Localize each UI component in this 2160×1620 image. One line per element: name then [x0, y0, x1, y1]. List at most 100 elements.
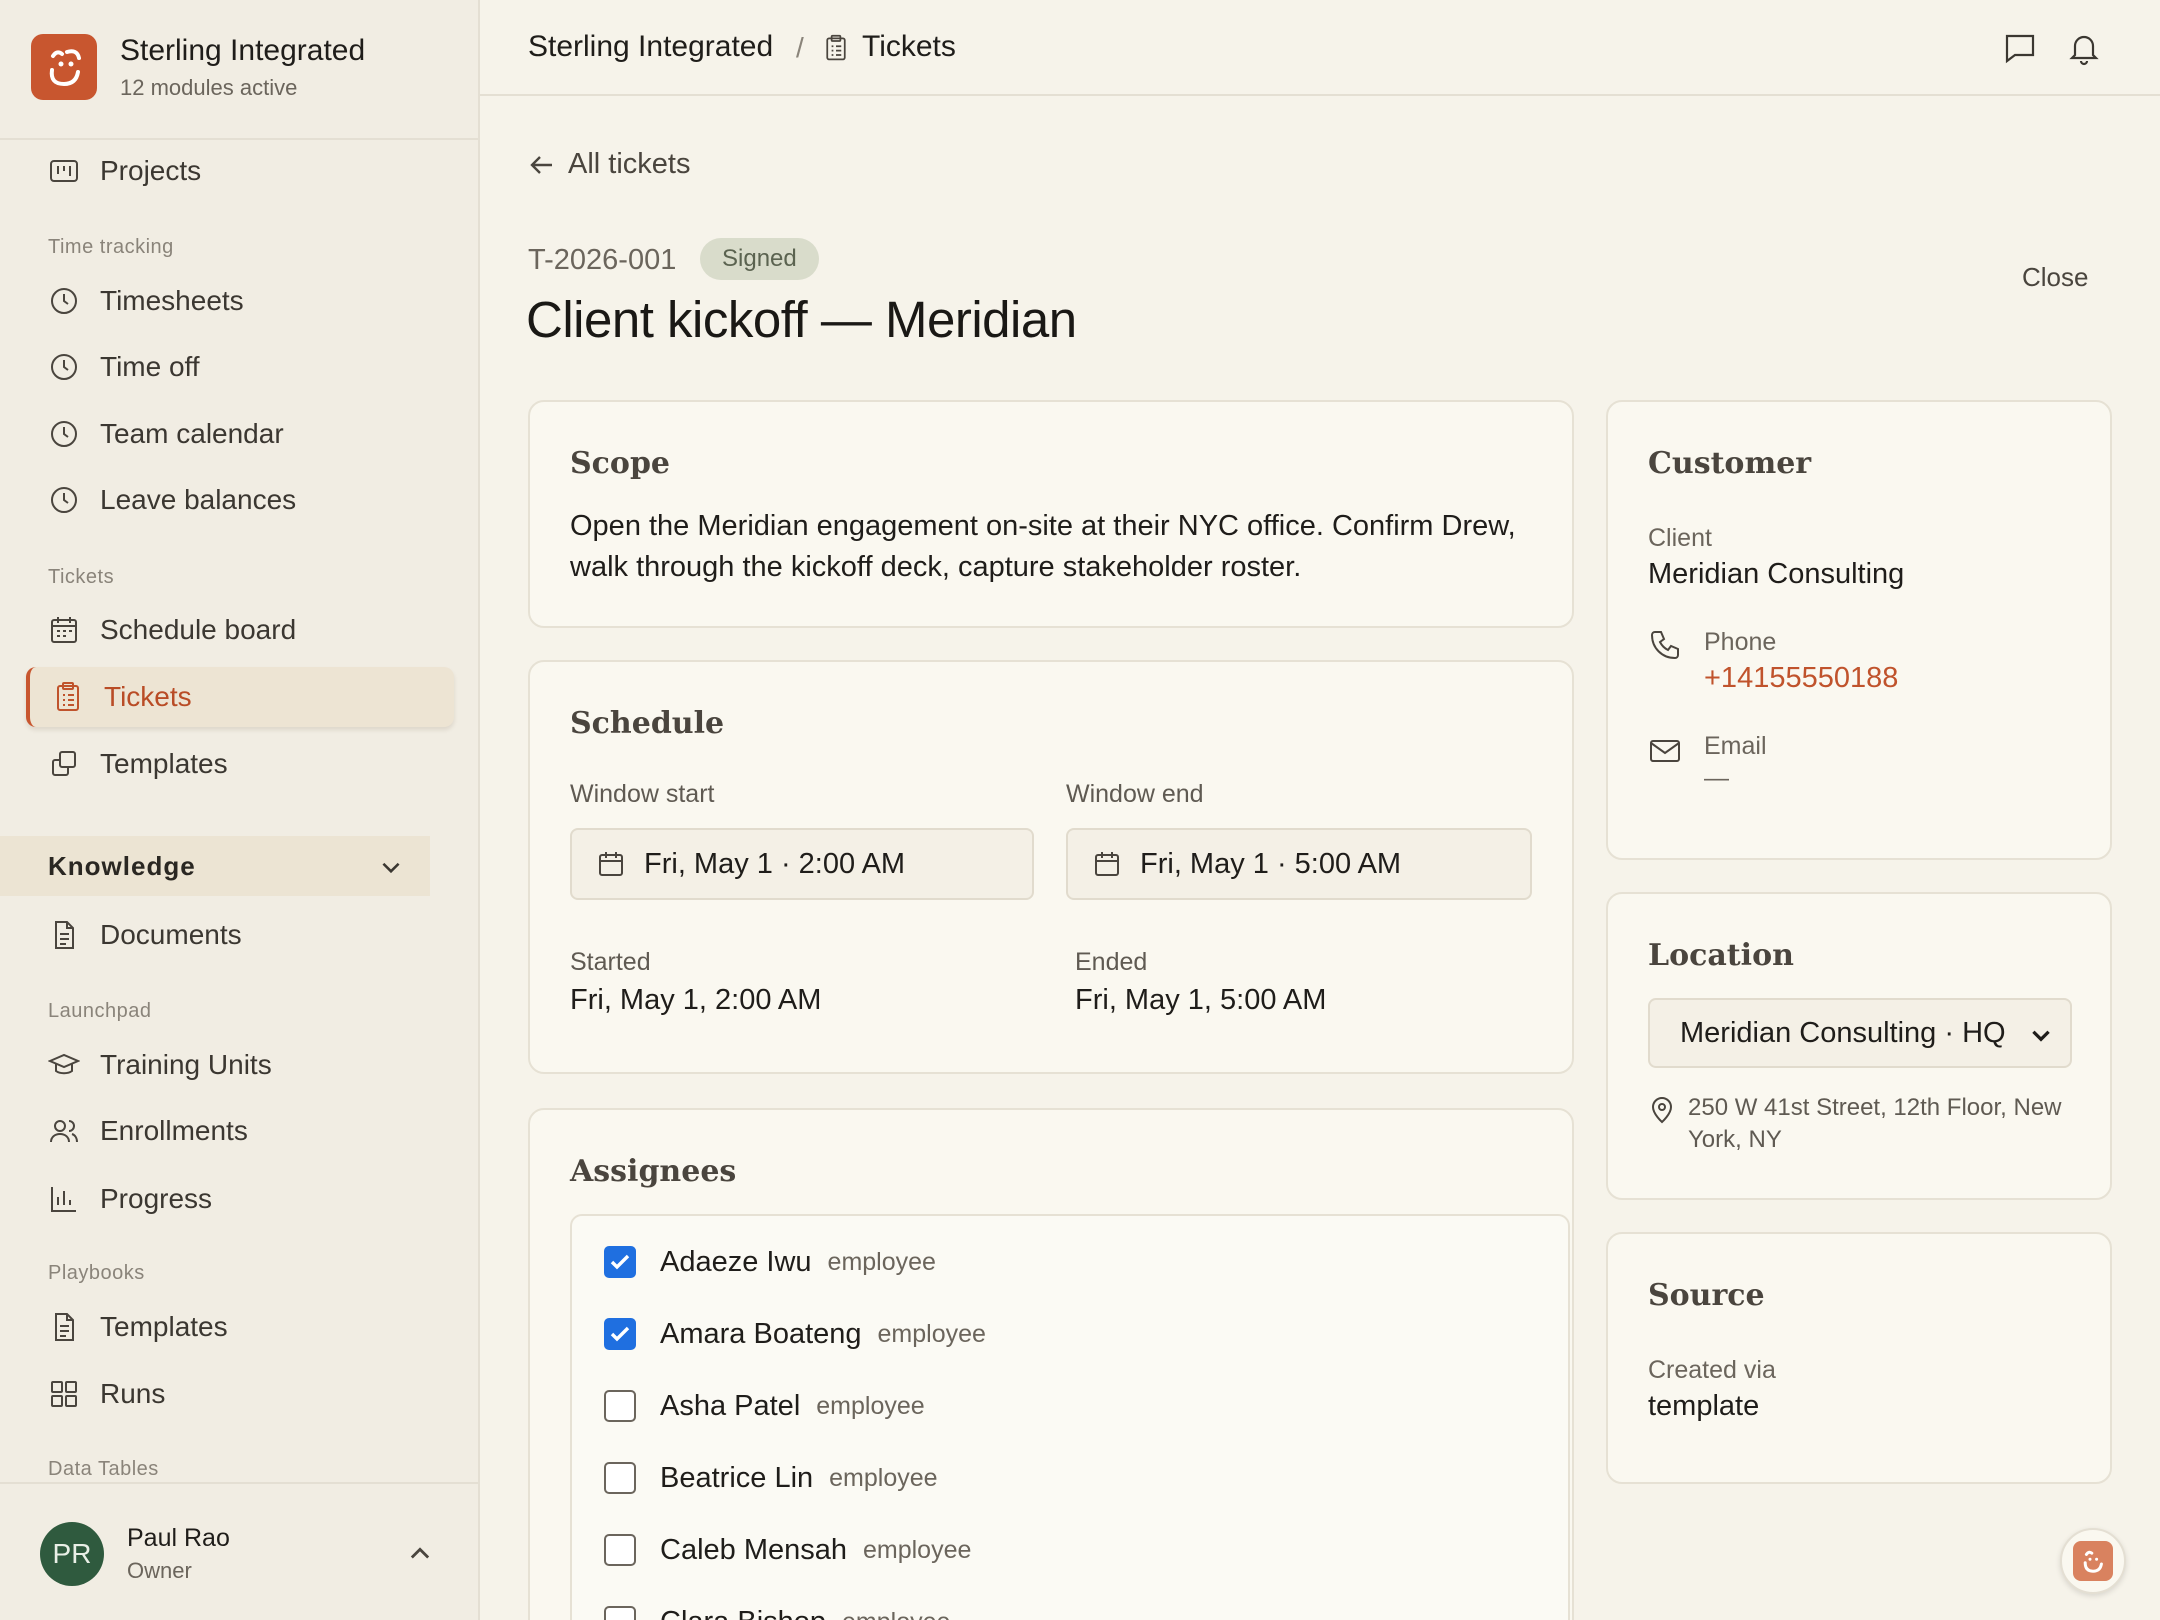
email-value: —: [1704, 764, 1729, 792]
checkbox[interactable]: [604, 1606, 636, 1620]
smile-logo-icon: [2073, 1541, 2113, 1581]
sidebar-item-schedule-board[interactable]: Schedule board: [26, 600, 454, 660]
assignee-role: employee: [842, 1608, 950, 1620]
sidebar-item-progress[interactable]: Progress: [26, 1169, 454, 1229]
sidebar-item-label: Team calendar: [100, 418, 284, 449]
map-pin-icon: [1651, 1097, 1673, 1124]
checkbox[interactable]: [604, 1390, 636, 1422]
assignee-row[interactable]: Caleb Mensah employee: [604, 1530, 971, 1570]
source-card: Source Created via template: [1606, 1232, 2112, 1484]
sidebar-item-documents[interactable]: Documents: [26, 905, 454, 965]
sidebar-item-templates[interactable]: Templates: [26, 734, 454, 794]
sidebar-item-tickets[interactable]: Tickets: [26, 667, 454, 727]
ticket-id: T-2026-001: [528, 244, 677, 276]
created-via-label: Created via: [1648, 1356, 1776, 1384]
scope-title: Scope: [570, 446, 671, 481]
breadcrumb-org[interactable]: Sterling Integrated: [528, 30, 773, 64]
assignee-name: Clara Bishop: [660, 1606, 826, 1620]
nav-section-launchpad: Launchpad: [48, 1000, 152, 1022]
assignees-card: Assignees Adaeze Iwu employee Amara Boat…: [528, 1108, 1574, 1620]
sidebar-item-team-calendar[interactable]: Team calendar: [26, 404, 454, 464]
sidebar-item-time-off[interactable]: Time off: [26, 337, 454, 397]
location-address: 250 W 41st Street, 12th Floor, New York,…: [1688, 1094, 2062, 1153]
calendar-icon: [1095, 852, 1119, 876]
sidebar-item-label: Progress: [100, 1183, 213, 1214]
message-icon[interactable]: [2002, 30, 2038, 66]
checkbox[interactable]: [604, 1534, 636, 1566]
checkmark-icon: [610, 1326, 630, 1342]
close-button[interactable]: Close: [2022, 262, 2088, 293]
calendar-icon: [51, 617, 77, 643]
user-name: Paul Rao: [127, 1524, 230, 1552]
phone-label: Phone: [1704, 628, 1777, 656]
window-start-value: Fri, May 1 · 2:00 AM: [644, 847, 906, 880]
back-link-label: All tickets: [568, 148, 691, 180]
window-start-input[interactable]: Fri, May 1 · 2:00 AM: [570, 828, 1034, 900]
sidebar-item-runs[interactable]: Runs: [26, 1364, 454, 1424]
nav-section-time-tracking: Time tracking: [48, 236, 174, 258]
sidebar-item-enrollments[interactable]: Enrollments: [26, 1101, 454, 1161]
checkbox[interactable]: [604, 1462, 636, 1494]
assignee-name: Amara Boateng: [660, 1317, 862, 1350]
sidebar-item-label: Projects: [100, 155, 202, 186]
location-title: Location: [1648, 938, 1794, 973]
user-menu[interactable]: PR Paul Rao Owner: [0, 1482, 478, 1620]
sidebar-item-label: Leave balances: [100, 484, 297, 515]
org-modules-count: 12 modules active: [120, 75, 298, 100]
clipboard-icon: [57, 682, 79, 711]
assistant-button[interactable]: [2060, 1528, 2126, 1594]
customer-title: Customer: [1648, 446, 1812, 481]
page-title: Client kickoff — Meridian: [526, 291, 1077, 348]
sidebar-item-label: Timesheets: [100, 285, 244, 316]
arrow-left-icon: [530, 155, 552, 174]
window-start-label: Window start: [570, 780, 715, 808]
sidebar-item-projects[interactable]: Projects: [26, 141, 454, 201]
assignee-row[interactable]: Amara Boateng employee: [604, 1314, 986, 1354]
document-icon: [55, 921, 74, 949]
phone-link[interactable]: +14155550188: [1704, 662, 1898, 695]
assignee-row[interactable]: Adaeze Iwu employee: [604, 1242, 936, 1282]
org-switcher[interactable]: Sterling Integrated 12 modules active: [0, 0, 478, 140]
sidebar-item-leave-balances[interactable]: Leave balances: [26, 470, 454, 530]
back-to-all-tickets-link[interactable]: All tickets: [528, 148, 690, 181]
window-end-input[interactable]: Fri, May 1 · 5:00 AM: [1066, 828, 1532, 900]
org-name: Sterling Integrated: [120, 34, 366, 67]
status-badge: Signed: [700, 238, 819, 280]
breadcrumb-page: Tickets: [862, 30, 956, 63]
sidebar-item-playbook-templates[interactable]: Templates: [26, 1297, 454, 1357]
started-label: Started: [570, 948, 651, 976]
assignee-row[interactable]: Beatrice Lin employee: [604, 1458, 938, 1498]
assignee-row[interactable]: Clara Bishop employee: [604, 1602, 950, 1620]
copy-icon: [52, 751, 76, 776]
source-title: Source: [1648, 1278, 1765, 1313]
assignee-name: Asha Patel: [660, 1389, 801, 1422]
nav-group-knowledge[interactable]: Knowledge: [0, 836, 430, 896]
document-icon: [55, 1313, 74, 1341]
chevron-down-icon: [382, 862, 400, 874]
sidebar-item-label: Tickets: [104, 681, 192, 712]
clock-icon: [51, 354, 77, 380]
customer-card: Customer Client Meridian Consulting Phon…: [1606, 400, 2112, 860]
email-label: Email: [1704, 732, 1767, 760]
clock-icon: [51, 421, 77, 447]
location-select[interactable]: Meridian Consulting · HQ: [1648, 998, 2072, 1068]
nav-section-tickets: Tickets: [48, 566, 115, 588]
sidebar-item-label: Time off: [100, 351, 200, 382]
phone-icon: [1650, 631, 1679, 660]
assignee-role: employee: [829, 1463, 938, 1492]
clock-icon: [51, 288, 77, 314]
mail-icon: [1650, 740, 1680, 762]
checkbox[interactable]: [604, 1318, 636, 1350]
window-end-label: Window end: [1066, 780, 1204, 808]
created-via-value: template: [1648, 1390, 1760, 1422]
sidebar-item-training-units[interactable]: Training Units: [26, 1035, 454, 1095]
sidebar-item-timesheets[interactable]: Timesheets: [26, 271, 454, 331]
clock-icon: [51, 487, 77, 513]
client-value: Meridian Consulting: [1648, 558, 1905, 590]
bar-chart-icon: [51, 1187, 76, 1212]
assignee-row[interactable]: Asha Patel employee: [604, 1386, 925, 1426]
avatar: PR: [40, 1522, 104, 1586]
bell-icon[interactable]: [2066, 30, 2102, 66]
nav-section-playbooks: Playbooks: [48, 1262, 145, 1284]
checkbox[interactable]: [604, 1246, 636, 1278]
